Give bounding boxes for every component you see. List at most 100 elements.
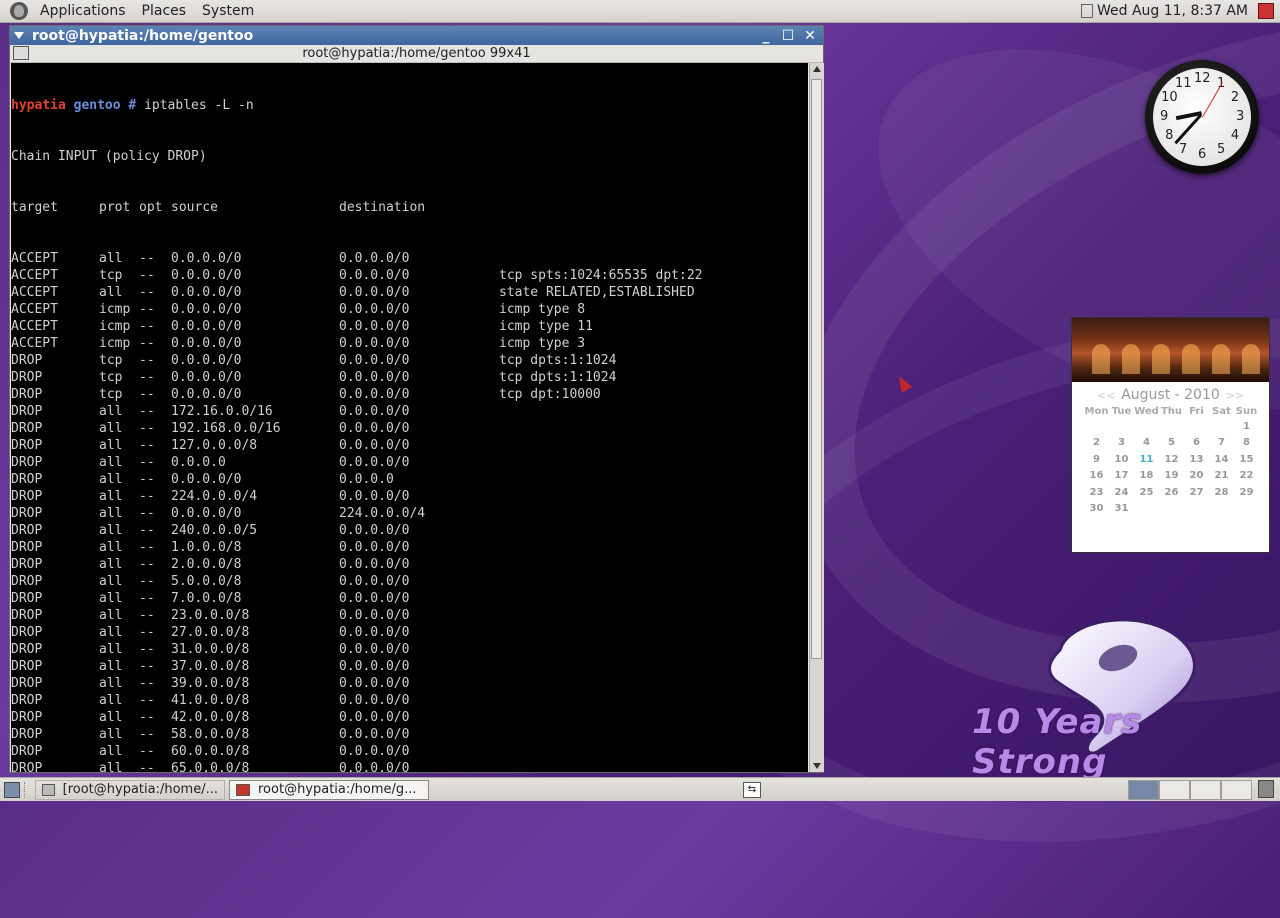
calendar-day[interactable]: 21 <box>1209 468 1234 485</box>
clock-number: 8 <box>1165 128 1174 143</box>
rule-row: DROP all -- 41.0.0.0/8 0.0.0.0/0 <box>11 692 808 709</box>
rule-destination: 0.0.0.0/0 <box>339 591 410 606</box>
calendar-day[interactable]: 17 <box>1109 468 1134 485</box>
scroll-up-icon[interactable] <box>813 66 821 72</box>
taskbar-item-2[interactable]: root@hypatia:/home/g... <box>229 779 429 800</box>
window-list-icon[interactable]: ⇆ <box>743 781 761 798</box>
workspace-3[interactable] <box>1190 779 1221 800</box>
calendar-day[interactable]: 3 <box>1109 435 1134 452</box>
calendar-widget: << August - 2010 >> Mon Tue Wed Thu Fri Sat Sun … <box>1071 317 1270 553</box>
terminal-subtitle: root@hypatia:/home/gentoo 99x41 <box>10 45 823 63</box>
trash-icon[interactable] <box>1258 779 1274 798</box>
rule-destination: 0.0.0.0/0 <box>339 540 410 555</box>
calendar-day[interactable]: 28 <box>1209 484 1234 501</box>
rule-opt: -- <box>139 370 155 385</box>
rule-prot: all <box>99 523 123 538</box>
calendar-empty-cell <box>1209 418 1234 435</box>
rule-prot: all <box>99 642 123 657</box>
rule-destination: 0.0.0.0/0 <box>339 710 410 725</box>
workspace-1[interactable] <box>1128 779 1159 800</box>
rule-target: DROP <box>11 472 43 487</box>
calendar-day[interactable]: 10 <box>1109 451 1134 468</box>
minimize-icon[interactable]: _ <box>757 28 775 44</box>
rule-extra: tcp dpts:1:1024 <box>499 370 617 385</box>
show-desktop-icon[interactable] <box>4 781 20 798</box>
calendar-empty-cell <box>1184 418 1209 435</box>
rule-destination: 0.0.0.0/0 <box>339 268 410 283</box>
menu-applications[interactable]: Applications <box>32 0 134 22</box>
rule-target: ACCEPT <box>11 268 58 283</box>
rule-extra: tcp spts:1024:65535 dpt:22 <box>499 268 703 283</box>
rule-prot: all <box>99 421 123 436</box>
calendar-day[interactable]: 22 <box>1234 468 1259 485</box>
calendar-day[interactable]: 6 <box>1184 435 1209 452</box>
rule-target: DROP <box>11 744 43 759</box>
taskbar-item-1[interactable]: [root@hypatia:/home/... <box>35 779 225 800</box>
scroll-down-icon[interactable] <box>813 763 821 769</box>
rule-prot: all <box>99 744 123 759</box>
rule-opt: -- <box>139 642 155 657</box>
rule-source: 0.0.0.0/0 <box>171 268 242 283</box>
header-source: source <box>171 200 218 215</box>
workspace-2[interactable] <box>1159 779 1190 800</box>
maximize-icon[interactable]: ☐ <box>779 28 797 44</box>
analog-clock-widget[interactable]: 121234567891011 <box>1145 60 1259 174</box>
rule-row: ACCEPT all -- 0.0.0.0/0 0.0.0.0/0 state RELAT… <box>11 284 808 301</box>
menu-places[interactable]: Places <box>134 0 195 22</box>
calendar-day[interactable]: 26 <box>1159 484 1184 501</box>
calendar-day[interactable]: 29 <box>1234 484 1259 501</box>
calendar-day[interactable]: 31 <box>1109 501 1134 518</box>
calendar-day[interactable]: 23 <box>1084 484 1109 501</box>
calendar-day[interactable]: 7 <box>1209 435 1234 452</box>
rule-prot: all <box>99 557 123 572</box>
calendar-day[interactable]: 30 <box>1084 501 1109 518</box>
rule-source: 0.0.0.0/0 <box>171 336 242 351</box>
calendar-day[interactable]: 14 <box>1209 451 1234 468</box>
panel-clock[interactable]: Wed Aug 11, 8:37 AM <box>1097 3 1248 19</box>
calendar-day[interactable]: 13 <box>1184 451 1209 468</box>
calendar-day[interactable]: 16 <box>1084 468 1109 485</box>
shutdown-icon[interactable] <box>1258 3 1274 19</box>
calendar-day[interactable]: 15 <box>1234 451 1259 468</box>
terminal-tab-icon[interactable] <box>13 46 29 60</box>
workspace-4[interactable] <box>1221 779 1252 800</box>
terminal-output[interactable]: hypatia gentoo # iptables -L -n Chain IN… <box>11 63 808 772</box>
calendar-day[interactable]: 18 <box>1134 468 1159 485</box>
calendar-day[interactable]: 25 <box>1134 484 1159 501</box>
calendar-day[interactable]: 12 <box>1159 451 1184 468</box>
calendar-day[interactable]: 2 <box>1084 435 1109 452</box>
rule-target: DROP <box>11 370 43 385</box>
calendar-day[interactable]: 27 <box>1184 484 1209 501</box>
calendar-empty-cell <box>1209 501 1234 518</box>
calendar-day[interactable]: 4 <box>1134 435 1159 452</box>
calendar-day[interactable]: 5 <box>1159 435 1184 452</box>
calendar-day[interactable]: 9 <box>1084 451 1109 468</box>
prev-month-button[interactable]: << <box>1091 389 1121 402</box>
calendar-empty-cell <box>1134 501 1159 518</box>
window-titlebar[interactable]: root@hypatia:/home/gentoo _ ☐ ✕ <box>10 26 823 45</box>
rule-destination: 0.0.0.0 <box>339 472 394 487</box>
menu-system[interactable]: System <box>194 0 262 22</box>
calendar-day[interactable]: 1 <box>1234 418 1259 435</box>
scrollbar-thumb[interactable] <box>811 79 822 659</box>
calendar-day[interactable]: 19 <box>1159 468 1184 485</box>
calendar-empty-cell <box>1184 501 1209 518</box>
rule-prot: all <box>99 727 123 742</box>
next-month-button[interactable]: >> <box>1220 389 1250 402</box>
rule-extra: icmp type 8 <box>499 302 586 317</box>
rule-source: 42.0.0.0/8 <box>171 710 250 725</box>
rule-row: ACCEPT icmp -- 0.0.0.0/0 0.0.0.0/0 icmp type … <box>11 335 808 352</box>
terminal-scrollbar[interactable] <box>809 63 824 772</box>
rule-target: DROP <box>11 523 43 538</box>
calendar-day[interactable]: 24 <box>1109 484 1134 501</box>
calendar-day[interactable]: 20 <box>1184 468 1209 485</box>
gnome-foot-icon[interactable] <box>10 2 28 20</box>
calendar-empty-cell <box>1084 418 1109 435</box>
rule-prot: all <box>99 285 123 300</box>
window-menu-icon[interactable] <box>14 32 24 39</box>
rule-target: DROP <box>11 761 43 772</box>
calendar-day[interactable]: 11 <box>1134 451 1159 468</box>
rule-prot: all <box>99 608 123 623</box>
close-icon[interactable]: ✕ <box>801 28 819 44</box>
calendar-day[interactable]: 8 <box>1234 435 1259 452</box>
